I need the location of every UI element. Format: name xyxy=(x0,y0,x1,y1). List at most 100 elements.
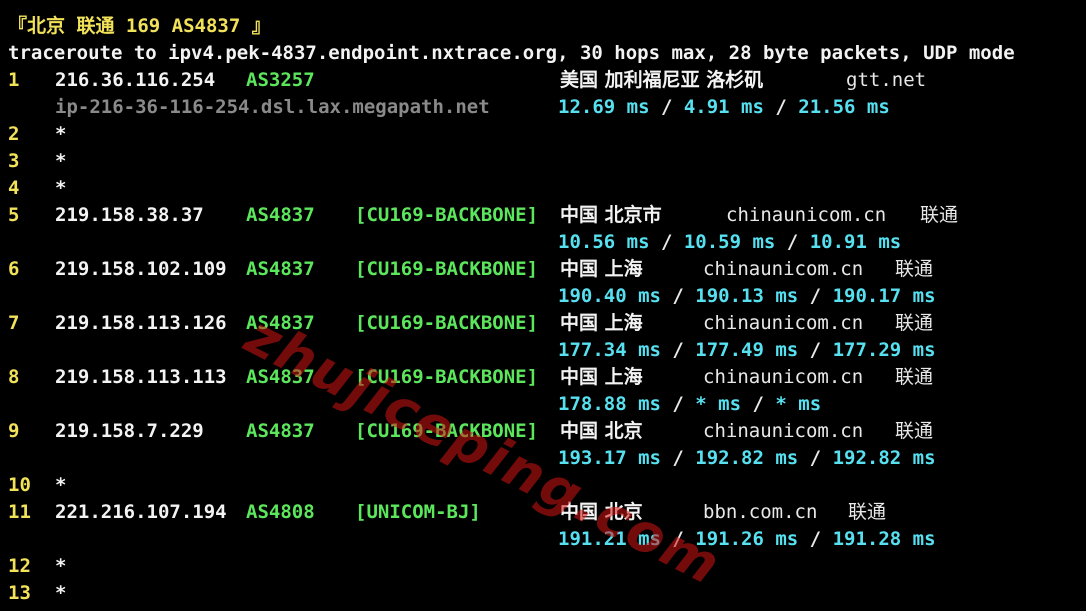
hop-row: 3 * xyxy=(0,148,1086,175)
hop-isp: 联通 xyxy=(920,204,959,226)
hop-row: 4 * xyxy=(0,175,1086,202)
hop-tag: [CU169-BACKBONE] xyxy=(355,258,539,280)
hop-hostname: ip-216-36-116-254.dsl.lax.megapath.net xyxy=(55,96,490,118)
hop-number: 6 xyxy=(8,258,20,280)
hop-number: 13 xyxy=(8,582,31,604)
hop-number: 8 xyxy=(8,366,20,388)
hop-number: 7 xyxy=(8,312,20,334)
hop-rtt: 10.56 ms / 10.59 ms / 10.91 ms xyxy=(558,229,901,256)
rtt-value: 10.56 ms xyxy=(558,231,650,253)
rtt-value: 192.82 ms xyxy=(832,447,936,469)
hop-ip: 221.216.107.194 xyxy=(55,501,227,523)
hop-number: 3 xyxy=(8,150,20,172)
rtt-value: 190.40 ms xyxy=(558,285,661,307)
traceroute-command: traceroute to ipv4.pek-4837.endpoint.nxt… xyxy=(8,42,1015,64)
hop-number: 5 xyxy=(8,204,20,226)
rtt-separator: / xyxy=(798,339,833,361)
hop-number: 1 xyxy=(8,69,20,91)
hop-geo: 美国 加利福尼亚 洛杉矶 xyxy=(560,69,764,91)
rtt-separator: / xyxy=(798,285,833,307)
rtt-separator: / xyxy=(763,96,799,118)
hop-org: chinaunicom.cn xyxy=(703,420,864,442)
hop-row: 2 * xyxy=(0,121,1086,148)
rtt-separator: / xyxy=(649,231,684,253)
hop-detail-row: 10.56 ms / 10.59 ms / 10.91 ms xyxy=(0,229,1086,256)
hop-tag: [UNICOM-BJ] xyxy=(355,501,481,523)
hop-isp: 联通 xyxy=(895,420,934,442)
hop-detail-row: ip-216-36-116-254.dsl.lax.megapath.net 12… xyxy=(0,94,1086,121)
hop-ip: 219.158.38.37 xyxy=(55,204,204,226)
rtt-separator: / xyxy=(660,447,696,469)
rtt-separator: / xyxy=(798,447,833,469)
trace-title: 『北京 联通 169 AS4837 』 xyxy=(8,15,271,37)
rtt-value: 10.91 ms xyxy=(809,231,902,253)
hop-number: 9 xyxy=(8,420,20,442)
rtt-value: 4.91 ms xyxy=(683,96,764,118)
hop-ip: * xyxy=(55,582,67,604)
hop-number: 11 xyxy=(8,501,31,523)
hop-geo: 中国 北京 xyxy=(560,420,643,442)
hop-rtt: 177.34 ms / 177.49 ms / 177.29 ms xyxy=(558,337,936,364)
rtt-value: 177.29 ms xyxy=(832,339,936,361)
rtt-value: 177.34 ms xyxy=(558,339,661,361)
rtt-separator: / xyxy=(741,393,776,415)
hop-ip: 219.158.7.229 xyxy=(55,420,204,442)
hop-ip: 219.158.102.109 xyxy=(55,258,227,280)
rtt-value: 192.82 ms xyxy=(695,447,799,469)
hop-detail-row: 178.88 ms / * ms / * ms xyxy=(0,391,1086,418)
hop-row: 9 219.158.7.229 AS4837 [CU169-BACKBONE] 中国 北… xyxy=(0,418,1086,445)
hop-asn: AS3257 xyxy=(246,69,315,91)
hop-tag: [CU169-BACKBONE] xyxy=(355,204,539,226)
hop-isp: 联通 xyxy=(895,258,934,280)
hop-ip: 219.158.113.126 xyxy=(55,312,227,334)
hop-ip: * xyxy=(55,555,67,577)
hop-ip: 219.158.113.113 xyxy=(55,366,227,388)
hop-org: chinaunicom.cn xyxy=(726,204,887,226)
rtt-value: 190.13 ms xyxy=(695,285,799,307)
hop-rtt: 190.40 ms / 190.13 ms / 190.17 ms xyxy=(558,283,936,310)
hop-number: 12 xyxy=(8,555,31,577)
hop-ip: 216.36.116.254 xyxy=(55,69,216,91)
hop-isp: 联通 xyxy=(895,366,934,388)
hop-row: 7 219.158.113.126 AS4837 [CU169-BACKBONE] 中国… xyxy=(0,310,1086,337)
rtt-value: 10.59 ms xyxy=(683,231,776,253)
rtt-value: * ms xyxy=(775,393,822,415)
hop-isp: 联通 xyxy=(895,312,934,334)
hop-detail-row: 190.40 ms / 190.13 ms / 190.17 ms xyxy=(0,283,1086,310)
hop-row: 1 216.36.116.254 AS3257 美国 加利福尼亚 洛杉矶 gtt.net xyxy=(0,67,1086,94)
rtt-value: * ms xyxy=(695,393,742,415)
rtt-separator: / xyxy=(660,339,696,361)
hop-row: 6 219.158.102.109 AS4837 [CU169-BACKBONE] 中国… xyxy=(0,256,1086,283)
hop-ip: * xyxy=(55,474,67,496)
rtt-separator: / xyxy=(775,231,810,253)
rtt-value: 177.49 ms xyxy=(695,339,799,361)
rtt-value: 21.56 ms xyxy=(798,96,890,118)
hop-number: 4 xyxy=(8,177,20,199)
hop-asn: AS4837 xyxy=(246,258,315,280)
hop-row: 8 219.158.113.113 AS4837 [CU169-BACKBONE] 中国… xyxy=(0,364,1086,391)
hop-asn: AS4837 xyxy=(246,420,315,442)
hop-geo: 中国 北京市 xyxy=(560,204,662,226)
hop-ip: * xyxy=(55,123,67,145)
rtt-value: 12.69 ms xyxy=(558,96,650,118)
hop-geo: 中国 上海 xyxy=(560,366,643,388)
hop-detail-row: 191.21 ms / 191.26 ms / 191.28 ms xyxy=(0,526,1086,553)
hop-number: 10 xyxy=(8,474,31,496)
rtt-separator: / xyxy=(660,393,696,415)
hop-row: 5 219.158.38.37 AS4837 [CU169-BACKBONE] 中国 北… xyxy=(0,202,1086,229)
hop-asn: AS4837 xyxy=(246,204,315,226)
hop-rtt: 178.88 ms / * ms / * ms xyxy=(558,391,821,418)
hop-rtt: 12.69 ms / 4.91 ms / 21.56 ms xyxy=(558,94,890,121)
hop-org: chinaunicom.cn xyxy=(703,258,864,280)
rtt-value: 178.88 ms xyxy=(558,393,661,415)
rtt-separator: / xyxy=(798,528,833,550)
hop-org: bbn.com.cn xyxy=(703,501,818,523)
hop-geo: 中国 上海 xyxy=(560,258,643,280)
rtt-separator: / xyxy=(649,96,684,118)
hop-number: 2 xyxy=(8,123,20,145)
hop-detail-row: 177.34 ms / 177.49 ms / 177.29 ms xyxy=(0,337,1086,364)
rtt-value: 190.17 ms xyxy=(832,285,936,307)
hop-ip: * xyxy=(55,150,67,172)
hop-ip: * xyxy=(55,177,67,199)
hop-tag: [CU169-BACKBONE] xyxy=(355,312,539,334)
